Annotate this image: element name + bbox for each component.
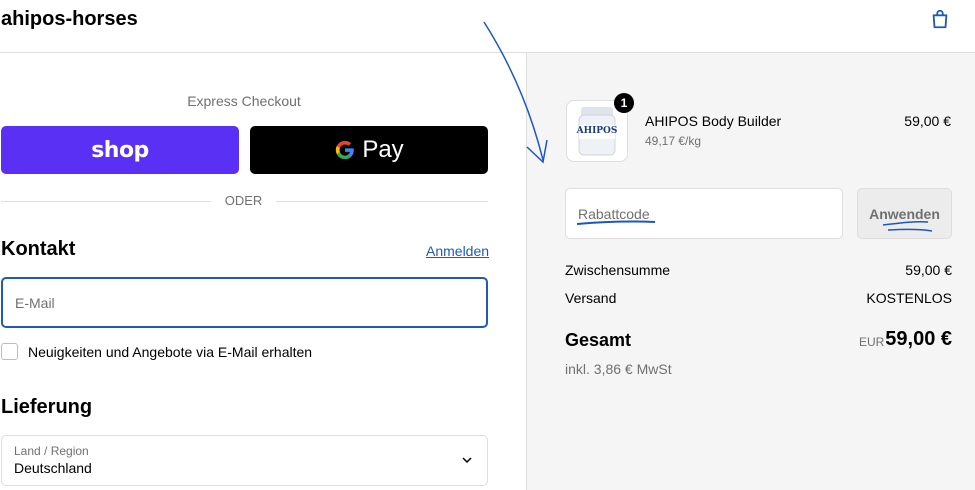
discount-code-field[interactable] (565, 188, 843, 239)
newsletter-option[interactable]: Neuigkeiten und Angebote via E-Mail erha… (1, 343, 312, 360)
delivery-heading: Lieferung (1, 396, 93, 418)
shop-pay-button[interactable]: shop (1, 126, 239, 174)
contact-heading: Kontakt (1, 238, 76, 260)
newsletter-label: Neuigkeiten und Angebote via E-Mail erha… (28, 343, 313, 360)
email-field[interactable] (1, 277, 488, 328)
product-price: 59,00 € (904, 113, 951, 129)
apply-discount-button[interactable]: Anwenden (857, 188, 952, 239)
subtotal-label: Zwischensumme (565, 262, 671, 278)
newsletter-checkbox[interactable] (1, 343, 18, 360)
checkout-form-panel (0, 53, 526, 490)
header: ahipos-horses (0, 0, 975, 53)
divider-right (276, 201, 488, 202)
express-checkout-title: Express Checkout (187, 93, 301, 109)
shop-pay-label: shop (91, 137, 149, 163)
total-value: 59,00 € (885, 328, 952, 350)
shipping-value: KOSTENLOS (866, 290, 952, 306)
store-name[interactable]: ahipos-horses (1, 8, 138, 31)
shopping-bag-icon[interactable] (929, 8, 951, 30)
signin-link[interactable]: Anmelden (426, 243, 489, 259)
google-pay-button[interactable]: Pay (250, 126, 488, 174)
tax-note: inkl. 3,86 € MwSt (565, 361, 672, 377)
shipping-label: Versand (565, 290, 617, 306)
subtotal-value: 59,00 € (905, 262, 952, 278)
divider-left (1, 201, 211, 202)
product-unit-price: 49,17 €/kg (645, 134, 702, 148)
google-g-icon (336, 140, 355, 160)
google-pay-label: Pay (362, 136, 404, 163)
country-select[interactable]: Land / Region Deutschland (1, 435, 488, 486)
product-name: AHIPOS Body Builder (645, 113, 782, 129)
product-image-text: AHIPOS (576, 126, 618, 136)
chevron-down-icon (462, 457, 472, 464)
country-value: Deutschland (14, 460, 92, 476)
total-currency: EUR (859, 335, 885, 349)
country-label: Land / Region (14, 444, 89, 458)
total-label: Gesamt (565, 330, 632, 350)
quantity-badge: 1 (614, 93, 634, 113)
or-separator: ODER (224, 193, 263, 208)
